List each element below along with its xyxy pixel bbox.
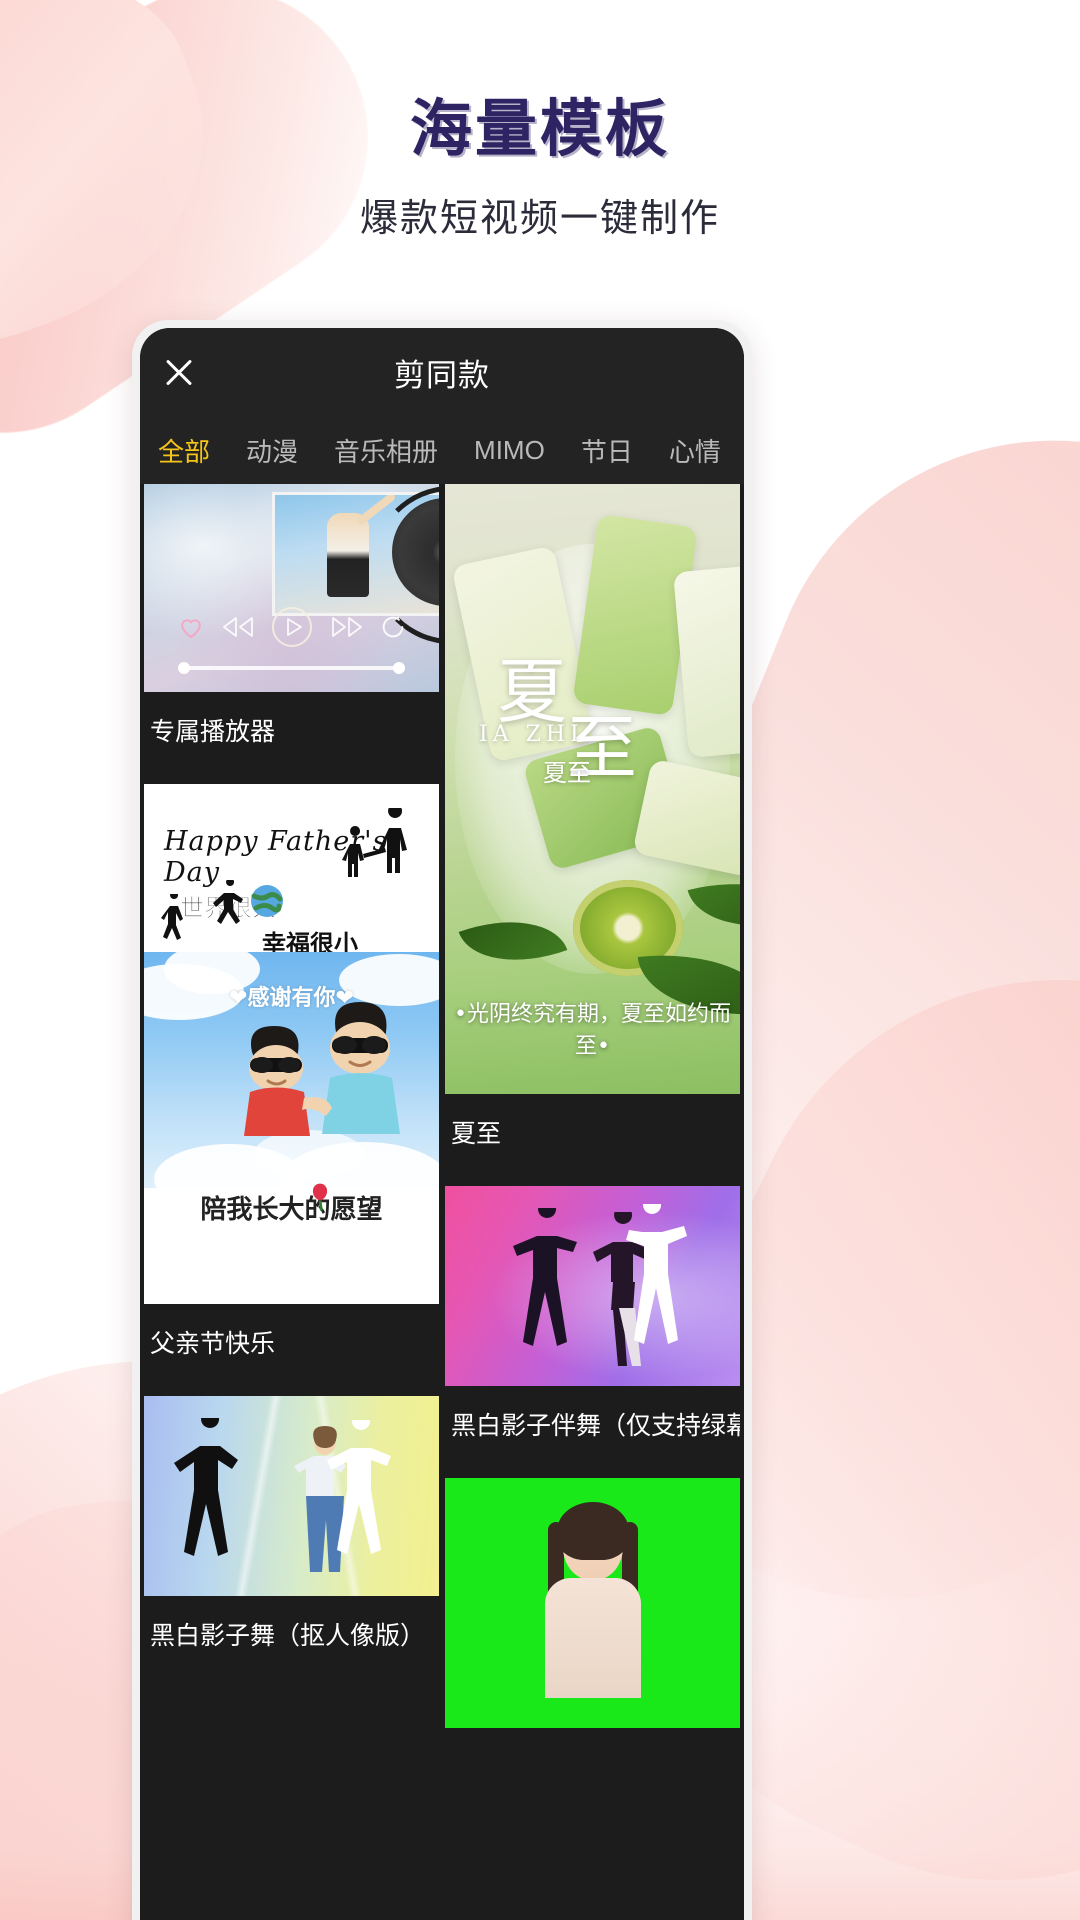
rose-icon (313, 1183, 328, 1211)
template-title: 父亲节快乐 (150, 1330, 276, 1358)
progress-knob-start (178, 662, 190, 674)
template-thumbnail-pink-shadow-dance[interactable] (445, 1186, 740, 1386)
person-cutout (544, 1502, 641, 1698)
forward-icon[interactable] (327, 614, 367, 640)
template-column-right: 夏 至 IA ZHI 夏至 •光阴终究有期，夏至如约而至• 夏至 黑白影子伴舞（… (442, 484, 744, 1784)
walking-person-silhouette-icon (161, 894, 183, 940)
template-grid: 专属播放器 Happy Father's Day 世 (140, 484, 744, 1784)
template-thumbnail-green-screen[interactable] (445, 1478, 740, 1728)
tab-mimo[interactable]: MIMO (474, 435, 545, 466)
summer-small-text: 夏至 (543, 759, 591, 787)
father-child-silhouette-icon (342, 808, 407, 877)
template-card[interactable] (445, 1478, 740, 1774)
template-title: 黑白影子伴舞（仅支持绿幕 (451, 1412, 740, 1440)
tab-all[interactable]: 全部 (158, 432, 210, 469)
rewind-icon[interactable] (218, 614, 258, 640)
promo-text-block: 海量模板 爆款短视频一键制作 (0, 96, 1080, 242)
heart-icon[interactable] (176, 612, 206, 642)
close-icon[interactable] (162, 355, 196, 389)
app-header: 剪同款 (140, 328, 744, 416)
promo-subheadline: 爆款短视频一键制作 (359, 196, 720, 241)
template-card[interactable]: 黑白影子伴舞（仅支持绿幕 (445, 1186, 740, 1468)
template-card[interactable]: 夏 至 IA ZHI 夏至 •光阴终究有期，夏至如约而至• 夏至 (445, 484, 740, 1176)
globe-icon (251, 885, 283, 917)
template-title: 专属播放器 (150, 718, 276, 746)
template-card[interactable]: Happy Father's Day 世界很大 幸福很小 (144, 784, 439, 1386)
promo-headline: 海量模板 (409, 92, 670, 165)
template-column-left: 专属播放器 Happy Father's Day 世 (140, 484, 442, 1784)
page-title: 剪同款 (394, 357, 490, 393)
template-thumbnail-music-player[interactable] (144, 484, 439, 692)
fathers-day-caption: 陪我长大的愿望 (200, 1194, 383, 1224)
tab-mood[interactable]: 心情 (669, 432, 721, 469)
loop-icon[interactable] (379, 613, 407, 641)
template-thumbnail-shadow-dance[interactable] (144, 1396, 439, 1596)
tab-music-album[interactable]: 音乐相册 (334, 432, 438, 469)
progress-knob-end (393, 662, 405, 674)
jumping-person-silhouette-icon (213, 880, 243, 924)
playback-progress-bar[interactable] (178, 662, 405, 674)
dancer-silhouette-white-icon (626, 1204, 687, 1344)
dancer-silhouette-white-icon (327, 1420, 391, 1554)
template-title (445, 1728, 740, 1774)
player-controls[interactable] (144, 604, 439, 650)
template-title: 夏至 (451, 1120, 502, 1148)
summer-caption: •光阴终究有期，夏至如约而至• (454, 1002, 731, 1059)
tab-festival[interactable]: 节日 (581, 432, 633, 469)
summer-pinyin: IA ZHI (479, 722, 584, 747)
template-card[interactable]: 专属播放器 (144, 484, 439, 774)
template-thumbnail-summer-solstice[interactable]: 夏 至 IA ZHI 夏至 •光阴终究有期，夏至如约而至• (445, 484, 740, 1094)
phone-mockup: 剪同款 全部 动漫 音乐相册 MIMO 节日 心情 卡点 玩法 (132, 320, 752, 1920)
category-tab-bar[interactable]: 全部 动漫 音乐相册 MIMO 节日 心情 卡点 玩法 (140, 416, 744, 484)
fathers-day-hearts-line: ❤感谢有你❤ (229, 985, 354, 1010)
play-icon[interactable] (269, 604, 315, 650)
template-title: 黑白影子舞（抠人像版） (150, 1622, 426, 1650)
dancer-figure (327, 513, 369, 597)
cloud-shape (254, 1130, 364, 1178)
person-body (544, 1578, 641, 1698)
template-card[interactable]: 黑白影子舞（抠人像版） (144, 1396, 439, 1678)
app-screen: 剪同款 全部 动漫 音乐相册 MIMO 节日 心情 卡点 玩法 (140, 328, 744, 1920)
dancer-silhouette-dark-1-icon (513, 1208, 577, 1346)
tab-anime[interactable]: 动漫 (246, 432, 298, 469)
person-hair (556, 1502, 629, 1560)
dancer-silhouette-black-icon (174, 1418, 238, 1556)
promo-page: 海量模板 爆款短视频一键制作 剪同款 全部 动漫 音乐相册 MIMO 节日 心情… (0, 0, 1080, 1920)
template-thumbnail-fathers-day[interactable]: Happy Father's Day 世界很大 幸福很小 (144, 784, 439, 1304)
